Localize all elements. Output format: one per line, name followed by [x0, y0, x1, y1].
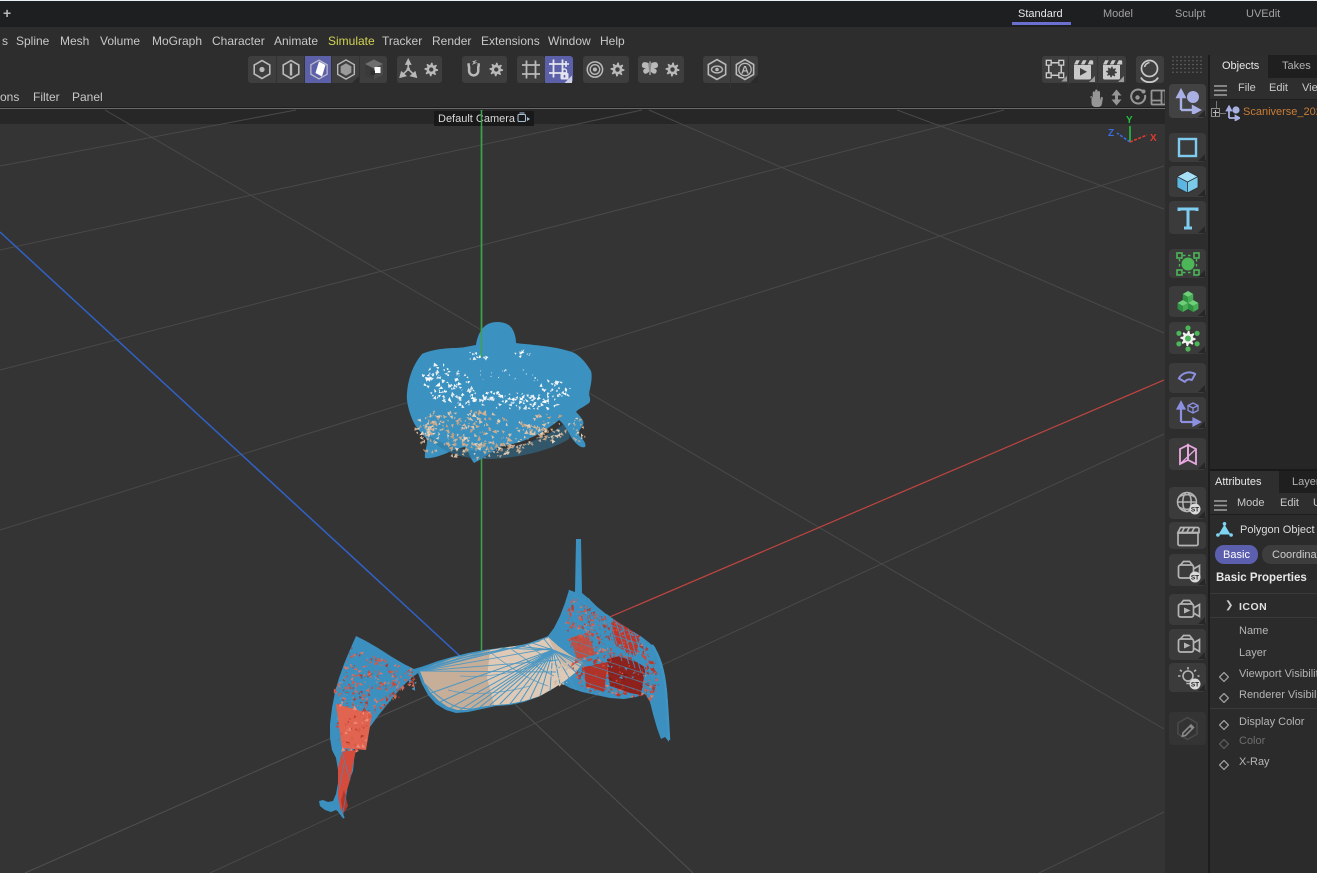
- svg-text:Y: Y: [1126, 115, 1133, 126]
- svg-text:Default Camera: Default Camera: [438, 113, 516, 125]
- svg-text:X: X: [1150, 133, 1157, 144]
- svg-text:Z: Z: [1108, 128, 1114, 139]
- svg-text:A: A: [741, 65, 749, 77]
